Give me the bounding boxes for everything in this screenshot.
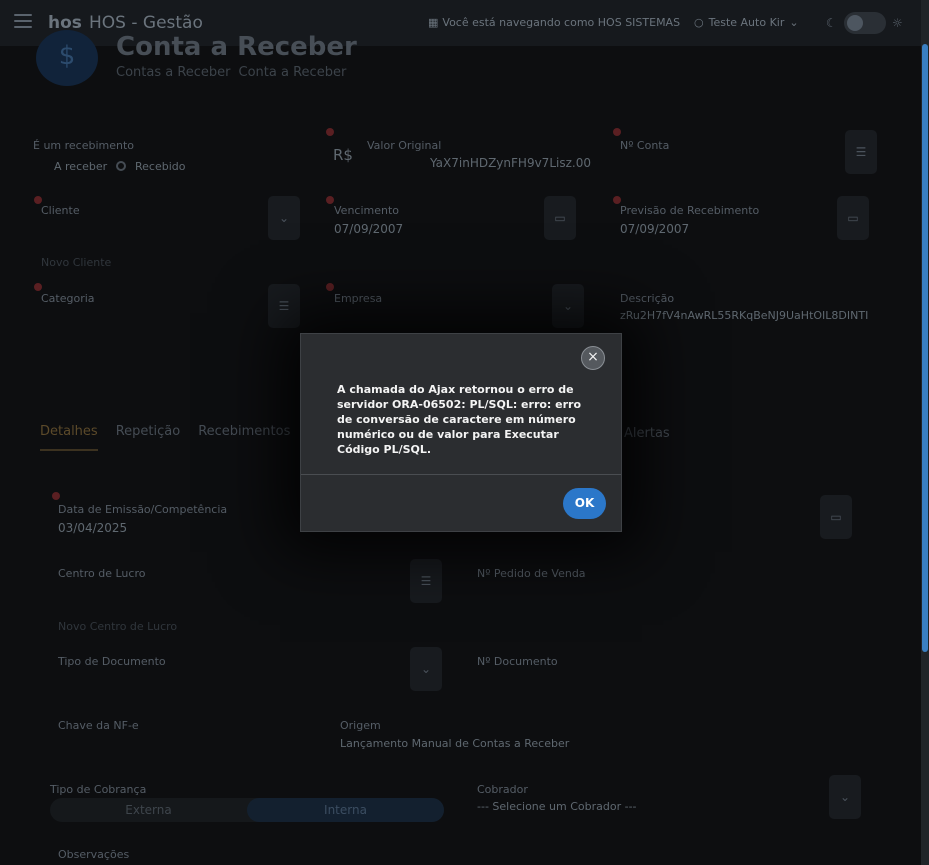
modal-overlay: × A chamada do Ajax retornou o erro de s… xyxy=(0,0,929,865)
error-dialog: × A chamada do Ajax retornou o erro de s… xyxy=(300,333,622,532)
error-message: A chamada do Ajax retornou o erro de ser… xyxy=(337,383,582,456)
dialog-divider xyxy=(301,474,621,475)
close-icon[interactable]: × xyxy=(581,346,605,370)
ok-button[interactable]: OK xyxy=(563,488,606,519)
